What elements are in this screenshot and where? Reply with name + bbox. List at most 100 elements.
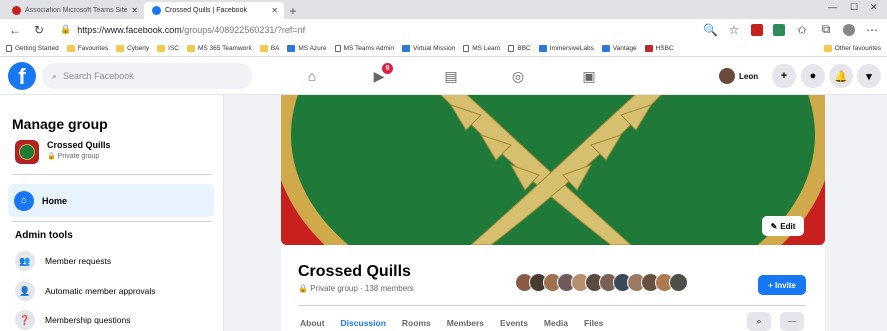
folder-icon (823, 44, 832, 52)
tab-media[interactable]: Media (544, 318, 568, 328)
url-path: /groups/408922560231/?ref=nf (181, 24, 306, 35)
divider (298, 305, 806, 306)
close-tab-icon[interactable]: ✕ (271, 6, 278, 15)
bookmark-icon (463, 44, 470, 52)
bookmark-item[interactable]: Favourites (66, 44, 108, 52)
sidebar-item-label: Home (42, 195, 68, 206)
facebook-header: f ⌕ Search Facebook ⌂ ▶ 9 ▤ ◎ ▣ Leon + ● … (0, 57, 887, 95)
tab-rooms[interactable]: Rooms (402, 318, 431, 328)
bookmark-label: MS Teams Admin (343, 44, 395, 52)
bookmark-item[interactable]: Vantage (601, 44, 637, 52)
profile-icon[interactable] (843, 23, 855, 36)
create-icon[interactable]: + (772, 64, 796, 88)
bookmark-item[interactable]: Getting Started (6, 44, 59, 52)
marketplace-nav-icon[interactable]: ▤ (441, 66, 461, 86)
sidebar-item-membership-questions[interactable]: ❓ Membership questions (15, 310, 131, 330)
minimize-icon[interactable]: — (828, 2, 837, 12)
bookmark-item[interactable]: HSBC (644, 44, 674, 52)
tab-events[interactable]: Events (500, 318, 528, 328)
maximize-icon[interactable]: ☐ (850, 2, 858, 13)
bookmark-item[interactable]: MS Teams Admin (334, 44, 395, 52)
favourite-star-icon[interactable]: ☆ (727, 23, 741, 37)
group-avatar (15, 140, 39, 164)
bookmark-item[interactable]: MS 365 Teamwork (186, 44, 252, 52)
avatar (669, 273, 688, 292)
bookmark-item[interactable]: BBC (508, 44, 531, 52)
bookmark-item[interactable]: MS Learn (463, 44, 500, 52)
facebook-logo-icon[interactable]: f (8, 62, 36, 90)
tab-files[interactable]: Files (584, 318, 603, 328)
search-placeholder: Search Facebook (63, 71, 134, 81)
account-menu-icon[interactable]: ▾ (857, 64, 881, 88)
browser-tab-active[interactable]: Crossed Quills | Facebook ✕ (144, 2, 284, 19)
sidebar-item-label: Membership questions (45, 315, 131, 325)
sidebar-item-label: Automatic member approvals (45, 286, 156, 296)
user-profile-chip[interactable]: Leon (719, 65, 758, 87)
tab-discussion[interactable]: Discussion (341, 318, 386, 328)
bookmark-item[interactable]: ISC (157, 44, 179, 52)
group-meta-text: Private group · 138 members (310, 284, 414, 293)
site-favicon-icon (12, 6, 21, 15)
gaming-nav-icon[interactable]: ▣ (579, 66, 599, 86)
bookmark-item[interactable]: MS Azure (287, 44, 327, 52)
group-title: Crossed Quills (298, 263, 411, 280)
tab-about[interactable]: About (300, 318, 325, 328)
member-avatars[interactable] (515, 273, 688, 292)
group-cover-photo (281, 95, 825, 245)
edit-label: Edit (780, 221, 796, 231)
folder-icon (186, 44, 195, 52)
notifications-bell-icon[interactable]: 🔔 (829, 64, 853, 88)
sidebar-item-automatic-approvals[interactable]: 👤 Automatic member approvals (15, 281, 156, 301)
home-icon: ⌂ (14, 190, 34, 211)
other-favourites-folder[interactable]: Other favourites (823, 44, 881, 52)
group-summary[interactable]: Crossed Quills 🔒 Private group (15, 140, 111, 164)
bookmark-label: MS 365 Teamwork (197, 44, 252, 52)
more-icon[interactable]: ⋯ (865, 23, 879, 37)
more-options-icon[interactable]: ⋯ (780, 312, 804, 331)
sidebar-item-home[interactable]: ⌂ Home (8, 184, 214, 217)
tab-title: Crossed Quills | Facebook (165, 7, 247, 14)
tab-members[interactable]: Members (447, 318, 484, 328)
lock-icon: 🔒 (298, 284, 308, 293)
zoom-icon[interactable]: 🔍 (703, 23, 718, 37)
close-tab-icon[interactable]: ✕ (131, 6, 138, 15)
lock-icon: 🔒 (60, 24, 72, 34)
bookmark-label: Vantage (612, 44, 637, 52)
edit-cover-button[interactable]: ✎ Edit (762, 216, 804, 236)
close-window-icon[interactable]: ✕ (870, 2, 878, 13)
search-input[interactable]: ⌕ Search Facebook (42, 63, 252, 89)
page-title: Manage group (12, 116, 108, 132)
address-bar-row: ← ↻ 🔒 https://www.facebook.com/groups/40… (0, 19, 887, 40)
watch-nav-icon[interactable]: ▶ 9 (369, 63, 393, 86)
extension-icon[interactable] (751, 23, 763, 36)
questions-icon: ❓ (15, 310, 35, 330)
back-icon[interactable]: ← (8, 23, 22, 37)
search-icon: ⌕ (52, 70, 58, 81)
collections-icon[interactable]: ⧉ (819, 22, 833, 37)
crossed-quills-emblem (281, 95, 825, 245)
new-tab-icon[interactable]: + (284, 2, 302, 19)
extension-icon[interactable] (773, 23, 785, 36)
home-nav-icon[interactable]: ⌂ (302, 66, 322, 86)
approvals-icon: 👤 (15, 281, 35, 301)
lock-icon: 🔒 (47, 153, 56, 160)
user-name: Leon (739, 71, 759, 81)
browser-tab[interactable]: Association Microsoft Teams Site ✕ (4, 2, 144, 19)
group-meta: 🔒 Private group · 138 members (298, 284, 414, 293)
bookmark-item[interactable]: Virtual Mission (402, 44, 455, 52)
invite-button[interactable]: + Invite (758, 275, 806, 295)
bookmark-item[interactable]: Cyberly (116, 44, 149, 52)
group-search-icon[interactable]: ⌕ (747, 312, 771, 331)
bookmark-item[interactable]: ImmersiveLabs (538, 44, 594, 52)
sidebar-item-member-requests[interactable]: 👥 Member requests (15, 251, 111, 271)
refresh-icon[interactable]: ↻ (32, 23, 46, 37)
bookmark-icon (287, 44, 296, 52)
favourites-icon[interactable]: ✩ (795, 23, 809, 37)
bookmark-icon (508, 44, 515, 52)
tab-title: Association Microsoft Teams Site (25, 7, 128, 14)
groups-nav-icon[interactable]: ◎ (508, 66, 528, 86)
folder-icon (116, 44, 125, 52)
bookmark-item[interactable]: BA (259, 44, 279, 52)
messenger-icon[interactable]: ● (801, 64, 825, 88)
url-field[interactable]: 🔒 https://www.facebook.com/groups/408922… (56, 21, 693, 38)
